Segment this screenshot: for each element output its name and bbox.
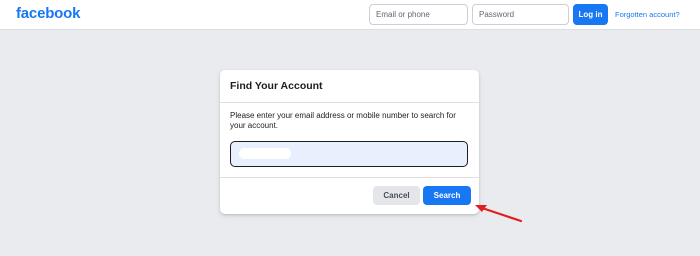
find-account-dialog: Find Your Account Please enter your emai…: [220, 70, 479, 214]
dialog-title: Find Your Account: [230, 80, 323, 92]
top-navbar: facebook Log in Forgotten account?: [0, 0, 700, 30]
facebook-logo[interactable]: facebook: [16, 5, 80, 22]
password-input[interactable]: [472, 4, 569, 25]
email-or-phone-input[interactable]: [369, 4, 468, 25]
dialog-divider-top: [220, 102, 479, 103]
forgotten-account-link[interactable]: Forgotten account?: [615, 10, 680, 19]
log-in-button[interactable]: Log in: [573, 4, 608, 25]
cancel-button[interactable]: Cancel: [373, 186, 420, 205]
search-button[interactable]: Search: [423, 186, 471, 205]
redacted-value-overlay: [239, 148, 291, 159]
dialog-description: Please enter your email address or mobil…: [230, 111, 456, 130]
email-or-mobile-search-input[interactable]: [230, 141, 468, 167]
red-arrow-annotation-icon: [475, 205, 523, 223]
dialog-divider-bottom: [220, 177, 479, 178]
page: facebook Log in Forgotten account? Find …: [0, 0, 700, 256]
